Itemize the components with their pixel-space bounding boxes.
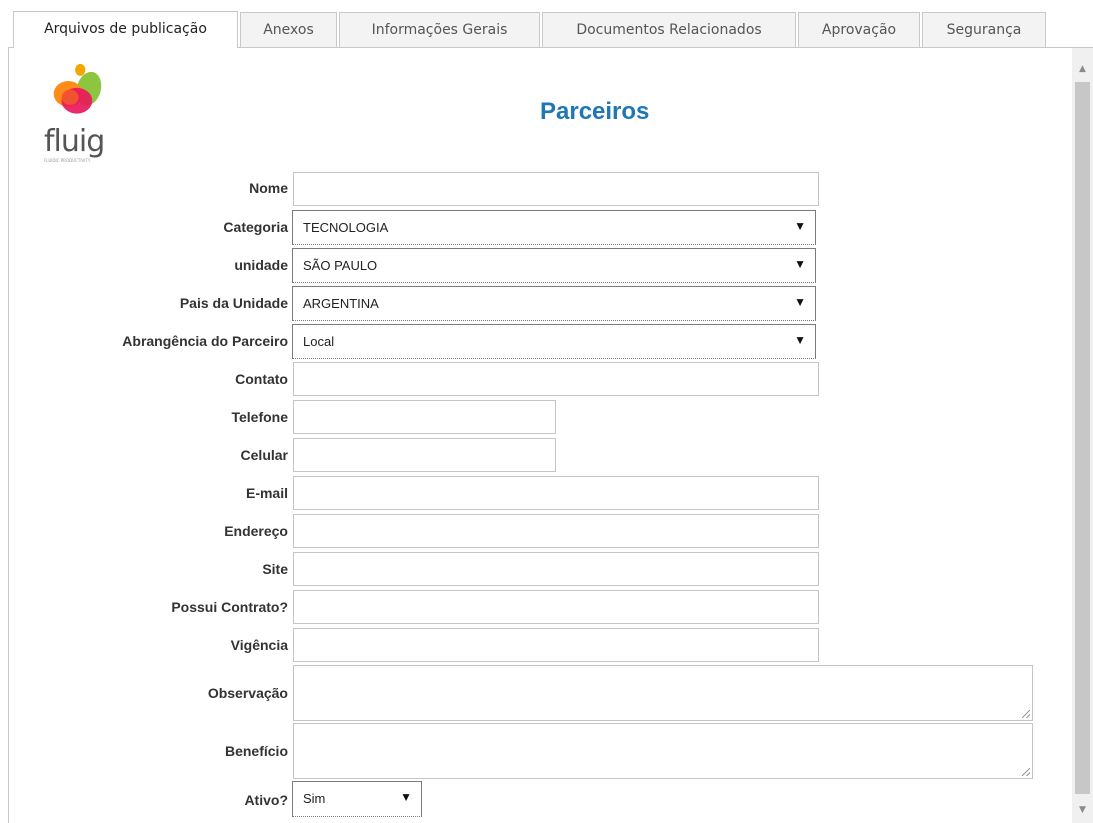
scroll-down-arrow-icon[interactable]: ▼ bbox=[1072, 801, 1093, 819]
ativo-select[interactable]: Sim ▼ bbox=[292, 781, 422, 817]
abrangencia-label: Abrangência do Parceiro bbox=[122, 333, 288, 349]
ativo-value: Sim bbox=[303, 791, 326, 806]
tab-aprovacao[interactable]: Aprovação bbox=[798, 12, 920, 47]
nome-input[interactable] bbox=[293, 172, 819, 206]
logo-subtext: FLUIDIC PRODUCTIVITY bbox=[44, 158, 91, 163]
vigencia-input[interactable] bbox=[293, 628, 819, 662]
unidade-value: SÃO PAULO bbox=[303, 258, 378, 273]
endereco-label: Endereço bbox=[224, 523, 288, 539]
contrato-input[interactable] bbox=[293, 590, 819, 624]
pais-select[interactable]: ARGENTINA ▼ bbox=[292, 286, 816, 321]
email-input[interactable] bbox=[293, 476, 819, 510]
scrollbar-thumb[interactable] bbox=[1075, 82, 1090, 794]
tab-informacoes-gerais[interactable]: Informações Gerais bbox=[339, 12, 540, 47]
contato-label: Contato bbox=[235, 371, 288, 387]
tab-anexos[interactable]: Anexos bbox=[240, 12, 337, 47]
vigencia-label: Vigência bbox=[230, 637, 288, 653]
categoria-value: TECNOLOGIA bbox=[303, 220, 389, 235]
observacao-textarea[interactable] bbox=[293, 665, 1033, 721]
categoria-label: Categoria bbox=[223, 219, 288, 235]
tab-bar: Arquivos de publicação Anexos Informaçõe… bbox=[0, 0, 1093, 48]
page-title: Parceiros bbox=[540, 98, 650, 125]
email-label: E-mail bbox=[245, 485, 288, 501]
ativo-label: Ativo? bbox=[244, 792, 288, 808]
resize-grip-icon[interactable] bbox=[1022, 768, 1030, 776]
unidade-select[interactable]: SÃO PAULO ▼ bbox=[292, 248, 816, 283]
contato-input[interactable] bbox=[293, 362, 819, 396]
nome-label: Nome bbox=[249, 180, 288, 196]
celular-label: Celular bbox=[240, 447, 288, 463]
logo-text: fluig bbox=[44, 124, 105, 159]
chevron-down-icon: ▼ bbox=[794, 333, 806, 347]
chevron-down-icon: ▼ bbox=[794, 219, 806, 233]
celular-input[interactable] bbox=[293, 438, 556, 472]
observacao-label: Observação bbox=[207, 685, 288, 701]
fluig-logo-icon bbox=[53, 63, 102, 114]
chevron-down-icon: ▼ bbox=[400, 790, 412, 804]
tab-arquivos-de-publicacao[interactable]: Arquivos de publicação bbox=[13, 11, 238, 48]
pais-label: Pais da Unidade bbox=[179, 295, 288, 311]
pais-value: ARGENTINA bbox=[303, 296, 379, 311]
chevron-down-icon: ▼ bbox=[794, 257, 806, 271]
contrato-label: Possui Contrato? bbox=[171, 599, 288, 615]
vertical-scrollbar[interactable]: ▲ ▼ bbox=[1072, 48, 1093, 823]
tab-seguranca[interactable]: Segurança bbox=[922, 12, 1046, 47]
tab-documentos-relacionados[interactable]: Documentos Relacionados bbox=[542, 12, 796, 47]
resize-grip-icon[interactable] bbox=[1022, 710, 1030, 718]
chevron-down-icon: ▼ bbox=[794, 295, 806, 309]
unidade-label: unidade bbox=[234, 257, 288, 273]
site-label: Site bbox=[262, 561, 288, 577]
telefone-label: Telefone bbox=[231, 409, 288, 425]
endereco-input[interactable] bbox=[293, 514, 819, 548]
abrangencia-select[interactable]: Local ▼ bbox=[292, 324, 816, 359]
beneficio-label: Benefício bbox=[224, 743, 288, 759]
scroll-up-arrow-icon[interactable]: ▲ bbox=[1072, 60, 1093, 78]
beneficio-textarea[interactable] bbox=[293, 723, 1033, 779]
categoria-select[interactable]: TECNOLOGIA ▼ bbox=[292, 210, 816, 245]
site-input[interactable] bbox=[293, 552, 819, 586]
abrangencia-value: Local bbox=[303, 334, 335, 349]
telefone-input[interactable] bbox=[293, 400, 556, 434]
